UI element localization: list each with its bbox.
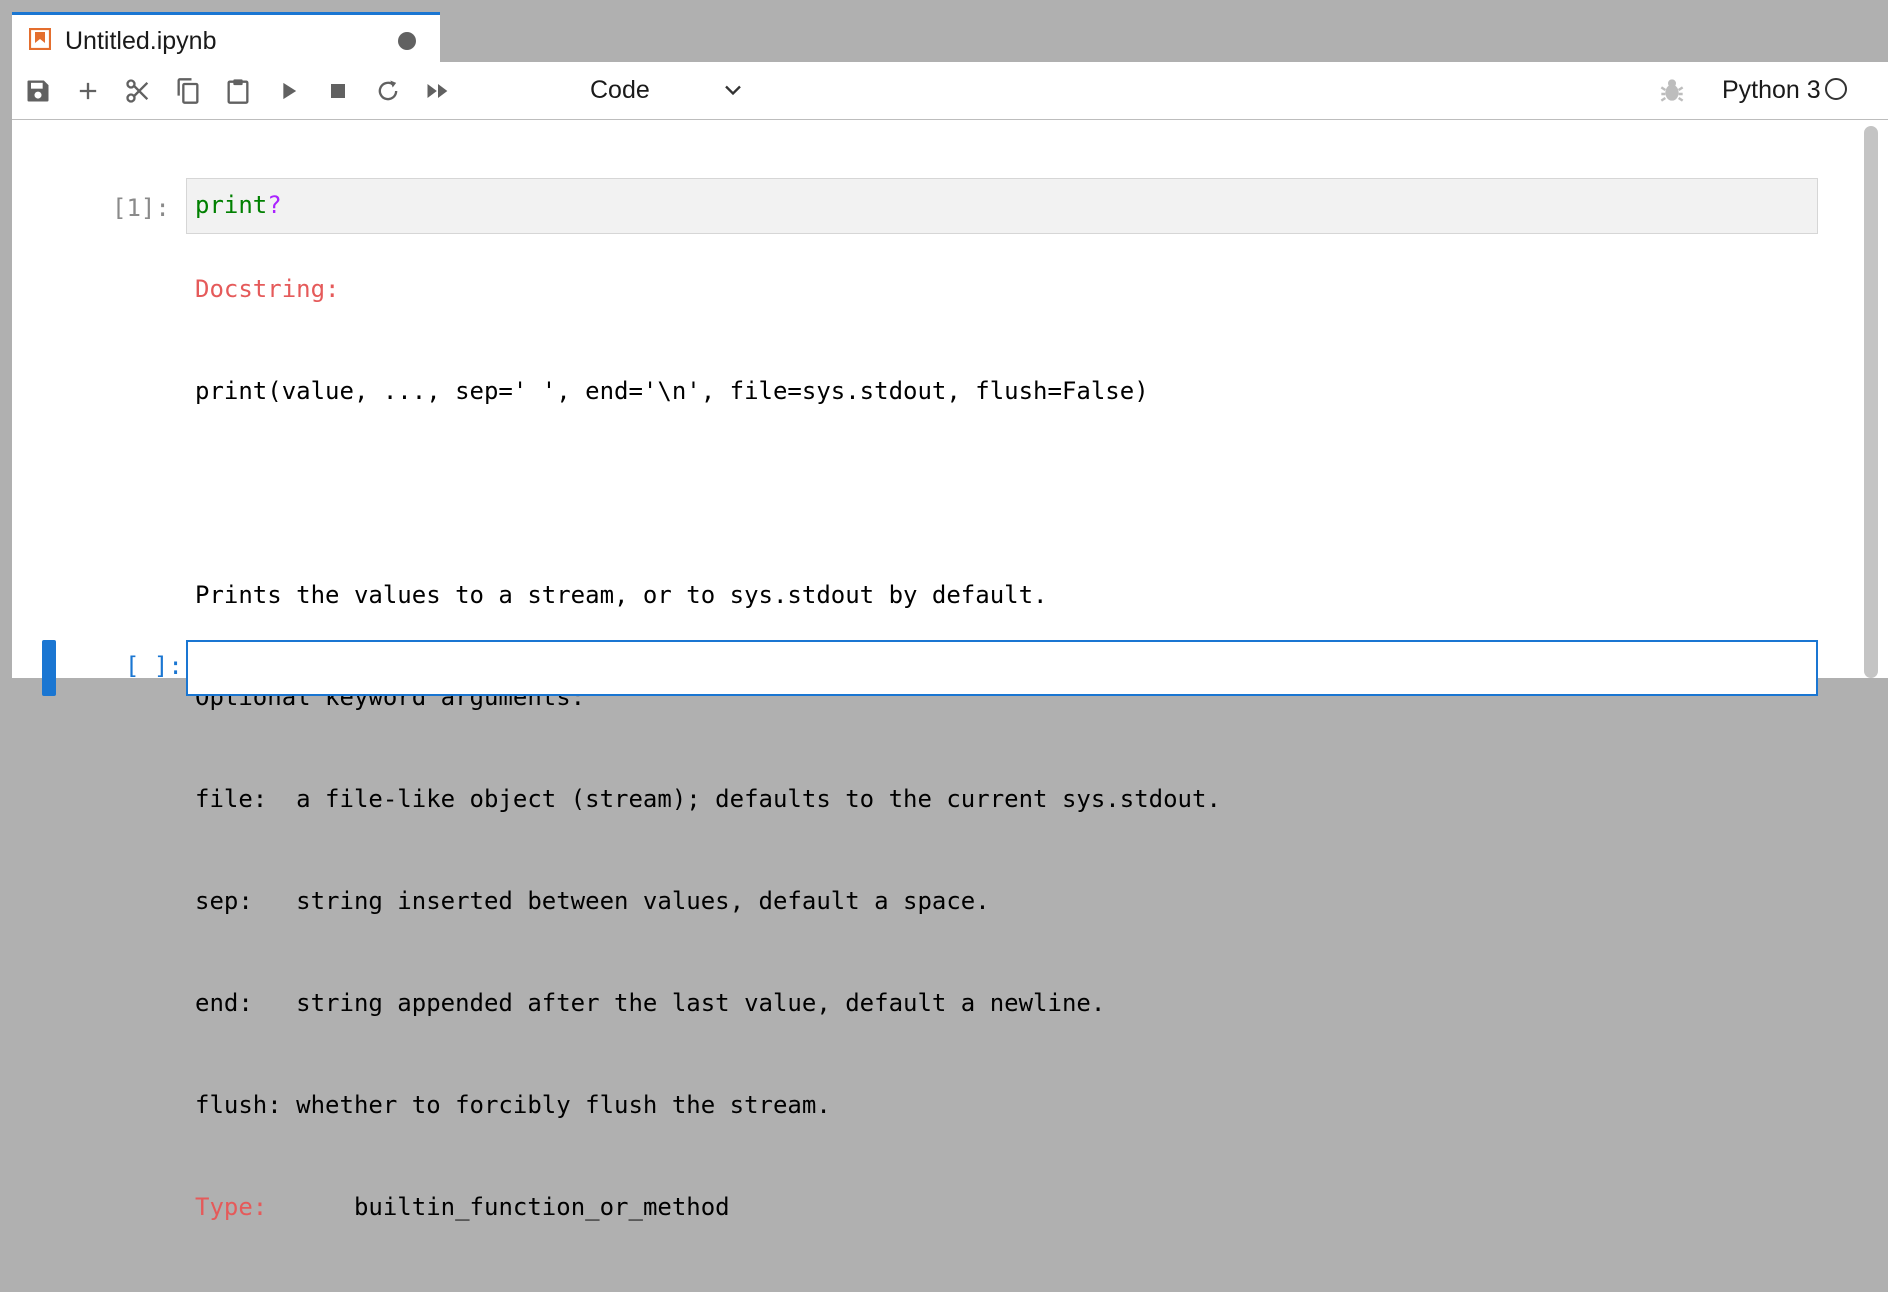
kernel-status-idle-icon [1825,78,1847,100]
jupyter-window: Untitled.ipynb Code Python 3 [1]: print?… [12,12,1888,1221]
run-icon [283,82,297,100]
debugger-bug-icon[interactable] [1656,74,1688,106]
restart-icon [378,80,398,101]
cell-output: Docstring: print(value, ..., sep=' ', en… [195,204,1221,1292]
scrollbar-thumb[interactable] [1864,126,1878,678]
unsaved-indicator-icon[interactable] [398,32,416,50]
interrupt-kernel-button[interactable] [319,72,357,110]
execution-count-prompt: [ ]: [125,652,183,680]
type-label: Type: [195,1193,268,1221]
tab-bar: Untitled.ipynb [12,12,1888,62]
chevron-down-icon [725,85,741,96]
code-cell-input-active[interactable] [186,640,1818,696]
type-line: Type: builtin_function_or_method [195,1190,1221,1224]
paste-icon [227,79,249,104]
notebook-content[interactable]: [1]: print? Docstring: print(value, ...,… [12,120,1888,1221]
docstring-line: end: string appended after the last valu… [195,989,1106,1017]
cell-type-value: Code [590,76,650,104]
vertical-scrollbar[interactable] [1860,126,1882,678]
restart-kernel-button[interactable] [369,72,407,110]
fast-forward-icon [427,84,448,98]
docstring-line: file: a file-like object (stream); defau… [195,785,1221,813]
save-button[interactable] [19,72,57,110]
run-cell-button[interactable] [269,72,307,110]
docstring-line: sep: string inserted between values, def… [195,887,990,915]
restart-run-all-button[interactable] [419,72,457,110]
copy-cell-button[interactable] [169,72,207,110]
copy-icon [177,78,199,104]
paste-cell-button[interactable] [219,72,257,110]
notebook-toolbar: Code Python 3 [12,62,1888,120]
cell-type-dropdown[interactable]: Code [572,68,752,112]
type-value: builtin_function_or_method [353,1193,730,1221]
notebook-tab[interactable]: Untitled.ipynb [12,12,440,62]
cut-cell-button[interactable] [119,72,157,110]
insert-cell-button[interactable] [69,72,107,110]
docstring-line: flush: whether to forcibly flush the str… [195,1091,831,1119]
docstring-line: Prints the values to a stream, or to sys… [195,581,1048,609]
signature-line: print(value, ..., sep=' ', end='\n', fil… [195,377,1149,405]
save-icon [27,80,49,102]
stop-icon [331,84,345,98]
notebook-icon [28,27,52,51]
plus-icon [79,82,97,100]
cut-icon [126,79,149,103]
notebook-panel: Code Python 3 [1]: print? Docstring: pri… [12,62,1888,1221]
tab-title: Untitled.ipynb [65,27,217,55]
kernel-name[interactable]: Python 3 [1722,76,1821,105]
execution-count-prompt: [1]: [112,194,170,222]
active-cell-indicator [42,640,56,696]
docstring-label: Docstring: [195,275,340,303]
